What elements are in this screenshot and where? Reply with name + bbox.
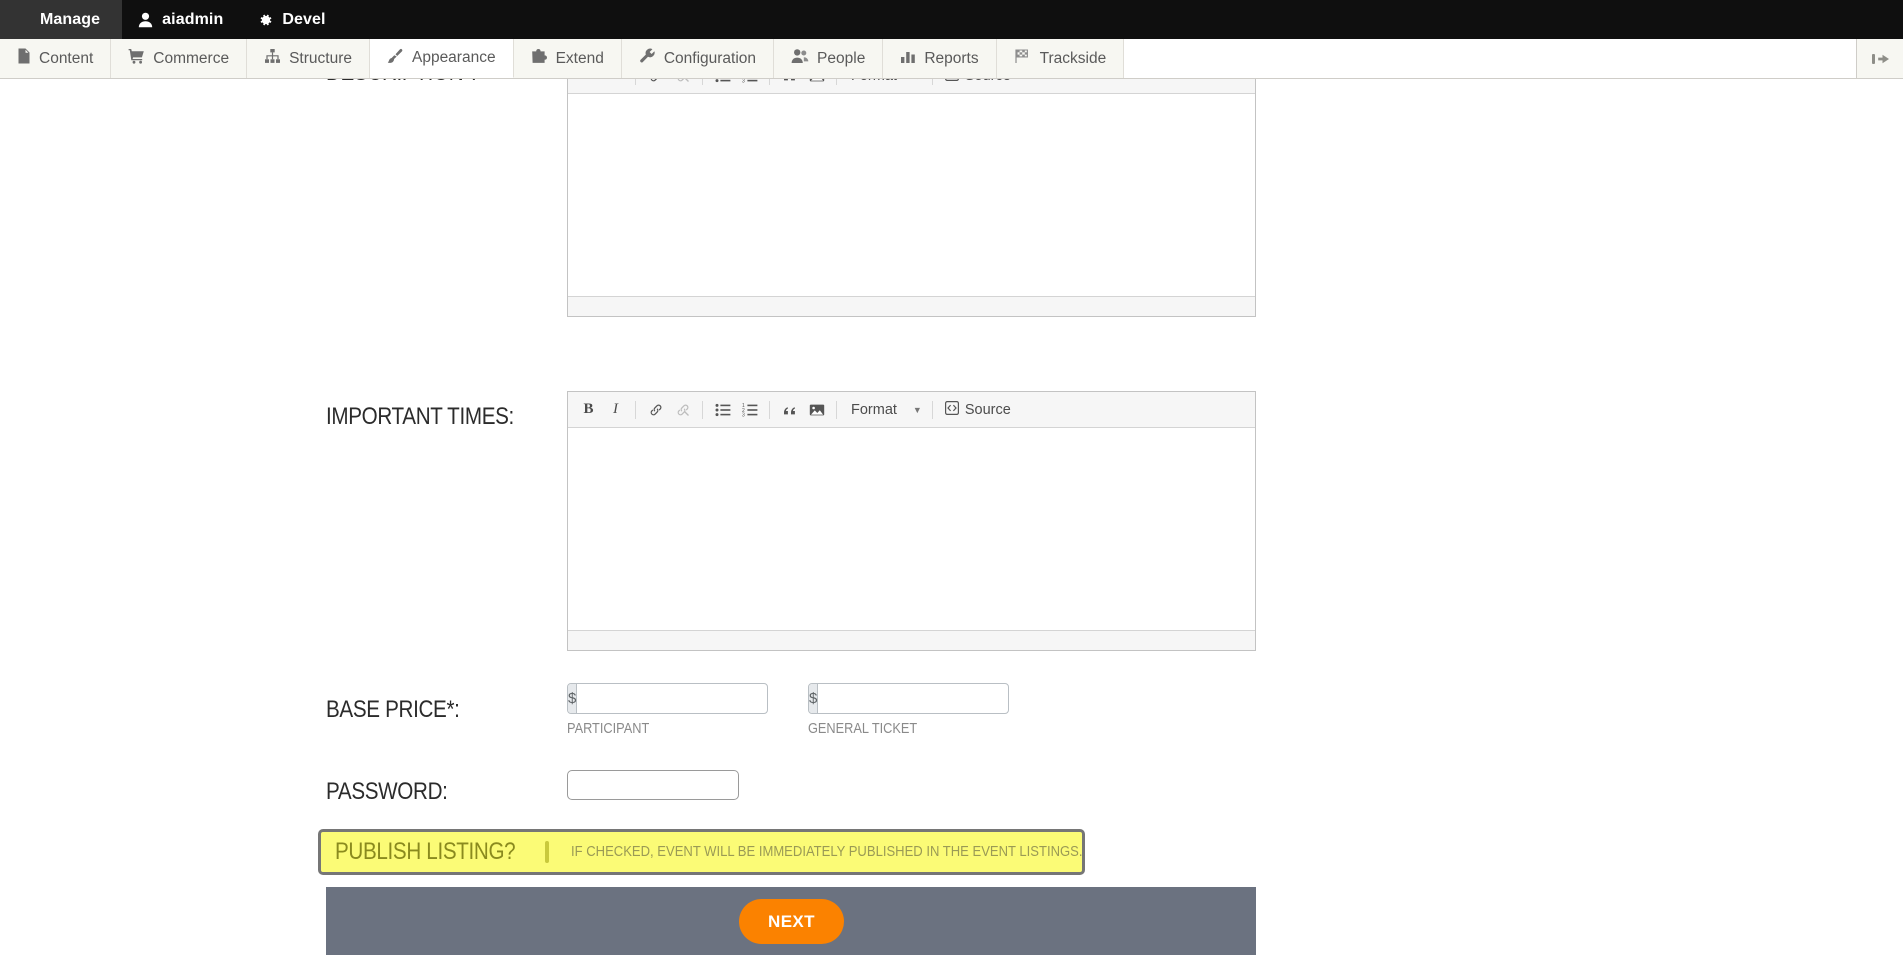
base-price-label: BASE PRICE*:	[326, 696, 460, 723]
menu-tab-label: Content	[39, 49, 94, 67]
manage-label: Manage	[40, 10, 101, 28]
password-input[interactable]	[567, 770, 739, 800]
user-icon	[138, 12, 153, 28]
user-account-button[interactable]: aiadmin	[122, 0, 241, 39]
publish-listing-checkbox[interactable]	[544, 841, 549, 863]
bold-button[interactable]: B	[575, 397, 602, 423]
important-times-editor[interactable]: B I 123 Format ▼ Source	[567, 391, 1256, 651]
admin-menu-bar: Content Commerce Structure Appearance Ex…	[0, 39, 1903, 79]
important-times-editor-footer	[568, 630, 1255, 650]
menu-tab-appearance[interactable]: Appearance	[369, 39, 514, 78]
general-ticket-price-field[interactable]: $ ▲▼	[808, 683, 1009, 714]
publish-listing-row[interactable]: PUBLISH LISTING? IF CHECKED, EVENT WILL …	[318, 829, 1085, 875]
description-editor-body[interactable]	[568, 94, 1255, 296]
important-times-editor-body[interactable]	[568, 428, 1255, 630]
important-times-editor-toolbar: B I 123 Format ▼ Source	[568, 392, 1255, 428]
toolbar-separator	[769, 400, 770, 419]
source-icon	[944, 400, 959, 419]
menu-tab-label: Structure	[289, 49, 352, 67]
toolbar-separator	[836, 400, 837, 419]
participant-price-caption: PARTICIPANT	[567, 721, 650, 737]
currency-symbol: $	[568, 684, 578, 713]
unlink-icon	[669, 397, 696, 423]
puzzle-icon	[531, 48, 548, 69]
participant-price-input[interactable]	[577, 684, 767, 713]
menu-tab-label: Configuration	[663, 49, 757, 67]
publish-listing-description: IF CHECKED, EVENT WILL BE IMMEDIATELY PU…	[570, 844, 1083, 860]
menu-tab-label: People	[817, 49, 866, 67]
next-button[interactable]: NEXT	[739, 899, 844, 944]
menu-tab-label: Extend	[555, 49, 604, 67]
blockquote-icon[interactable]	[776, 397, 803, 423]
bulleted-list-icon[interactable]	[709, 397, 736, 423]
bar-chart-icon	[900, 48, 916, 69]
important-times-label: IMPORTANT TIMES:	[326, 403, 514, 430]
general-ticket-price-input[interactable]	[818, 684, 1008, 713]
toolbar-separator	[931, 400, 933, 419]
menu-tab-label: Commerce	[153, 49, 230, 67]
description-editor[interactable]: B I 123 Format	[567, 57, 1256, 317]
general-ticket-price-caption: GENERAL TICKET	[808, 721, 918, 737]
user-account-label: aiadmin	[162, 10, 224, 28]
menu-tab-content[interactable]: Content	[0, 39, 112, 78]
chevron-down-icon: ▼	[912, 404, 922, 415]
wrench-icon	[639, 48, 656, 69]
devel-label: Devel	[282, 10, 326, 28]
format-dropdown-label: Format	[851, 401, 897, 418]
menu-tab-label: Trackside	[1039, 49, 1107, 67]
manage-menu-button[interactable]: Manage	[0, 0, 123, 39]
cart-icon	[128, 48, 145, 69]
devel-menu-button[interactable]: Devel	[241, 0, 343, 39]
paintbrush-icon	[387, 48, 404, 69]
toolbar-separator	[702, 400, 703, 419]
description-editor-footer	[568, 296, 1255, 316]
checkered-flag-icon	[1014, 48, 1032, 69]
password-label: PASSWORD:	[326, 778, 448, 805]
menu-tab-extend[interactable]: Extend	[513, 39, 622, 78]
menu-tab-structure[interactable]: Structure	[247, 39, 370, 78]
toolbar-separator	[635, 400, 636, 419]
people-icon	[791, 48, 809, 69]
menu-bar-spacer	[1124, 39, 1857, 78]
menu-tab-people[interactable]: People	[774, 39, 884, 78]
source-button-label: Source	[964, 401, 1011, 418]
menu-tab-label: Reports	[924, 49, 979, 67]
base-price-participant-group: $ ▲▼ PARTICIPANT	[567, 683, 768, 737]
menu-tab-reports[interactable]: Reports	[883, 39, 997, 78]
participant-price-field[interactable]: $ ▲▼	[567, 683, 768, 714]
admin-toolbar: Manage aiadmin Devel	[0, 0, 1903, 39]
link-icon[interactable]	[642, 397, 669, 423]
italic-button[interactable]: I	[602, 397, 629, 423]
menu-tab-configuration[interactable]: Configuration	[621, 39, 775, 78]
base-price-general-ticket-group: $ ▲▼ GENERAL TICKET	[808, 683, 1009, 737]
toolbar-collapse-icon[interactable]	[1857, 39, 1903, 78]
svg-text:3: 3	[742, 412, 745, 416]
format-dropdown[interactable]: Format ▼	[843, 397, 926, 423]
menu-tab-label: Appearance	[411, 49, 496, 66]
source-button[interactable]: Source	[939, 397, 1017, 423]
publish-listing-label: PUBLISH LISTING?	[335, 838, 516, 865]
sitemap-icon	[264, 48, 281, 69]
event-form: DESCRIPTION*: B I 123	[0, 39, 1903, 955]
image-icon[interactable]	[803, 397, 830, 423]
gear-icon	[257, 12, 273, 28]
currency-symbol: $	[809, 684, 819, 713]
menu-tab-trackside[interactable]: Trackside	[996, 39, 1125, 78]
menu-tab-commerce[interactable]: Commerce	[111, 39, 248, 78]
hamburger-icon	[14, 13, 31, 27]
document-icon	[17, 48, 31, 69]
numbered-list-icon[interactable]: 123	[736, 397, 763, 423]
